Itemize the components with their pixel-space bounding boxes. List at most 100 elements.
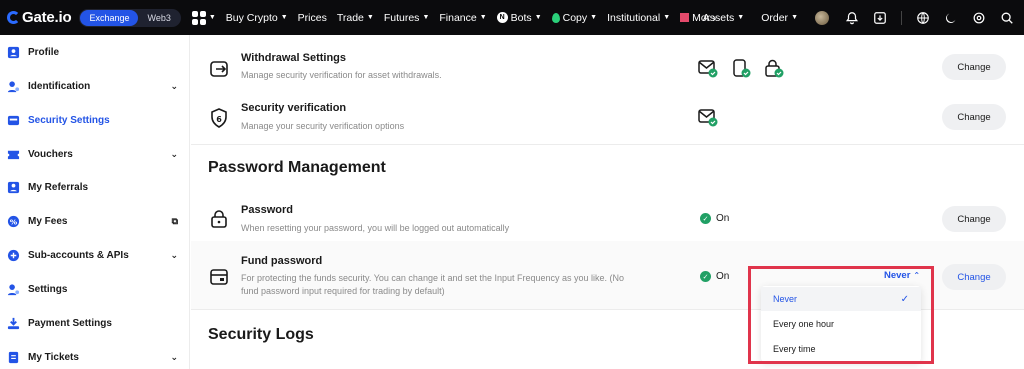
sidebar-item-vouchers[interactable]: Vouchers ⌄ [0, 144, 190, 164]
chevron-down-icon: ⌄ [170, 249, 178, 260]
lock-icon [208, 208, 230, 230]
svg-text:6: 6 [216, 115, 222, 124]
nav-institutional[interactable]: Institutional ▼ [607, 12, 670, 24]
svg-text:%: % [10, 217, 18, 226]
chevron-down-icon: ▼ [590, 14, 598, 21]
bots-icon: N [496, 12, 508, 23]
more-icon [680, 13, 690, 22]
lock-verified-icon [764, 59, 785, 79]
withdrawal-settings-row: Withdrawal Settings Manage security veri… [191, 35, 1024, 93]
security-logs-title: Security Logs [208, 326, 314, 343]
withdrawal-desc: Manage security verification for asset w… [241, 70, 442, 80]
security-verification-title: Security verification [241, 102, 347, 114]
input-frequency-select[interactable]: Never ⌃ [884, 270, 920, 281]
nav-buy-crypto[interactable]: Buy Crypto ▼ [226, 12, 288, 24]
apps-grid-icon[interactable] [191, 10, 206, 25]
nav-futures[interactable]: Futures ▼ [384, 12, 430, 24]
external-link-icon: ⧉ [171, 215, 178, 226]
option-every-one-hour[interactable]: Every one hour [761, 312, 921, 336]
bell-icon[interactable] [845, 11, 859, 25]
copy-icon [551, 12, 560, 23]
security-verification-row: 6 Security verification Manage your secu… [191, 93, 1024, 143]
logo[interactable]: Gate.io [7, 9, 72, 26]
sidebar-item-my-tickets[interactable]: My Tickets ⌄ [0, 347, 190, 367]
chevron-down-icon: ⌄ [170, 351, 178, 362]
sidebar-item-settings[interactable]: Settings [0, 279, 190, 299]
nav-bots[interactable]: N Bots ▼ [496, 12, 542, 24]
chevron-down-icon: ▼ [663, 14, 671, 21]
email-verified-icon [698, 59, 719, 79]
password-row: Password When resetting your password, y… [191, 193, 1024, 241]
segment-exchange[interactable]: Exchange [80, 9, 139, 26]
chevron-down-icon: ⌄ [170, 148, 178, 159]
fee-icon: % [7, 215, 20, 228]
email-verified-icon [698, 108, 719, 128]
globe-icon[interactable] [916, 11, 930, 25]
password-change-button[interactable]: Change [942, 206, 1006, 232]
sidebar: Profile Identification ⌄ Security Settin… [0, 35, 190, 369]
logo-text: Gate.io [22, 9, 72, 26]
option-never[interactable]: Never ✓ [761, 287, 921, 311]
download-icon[interactable] [873, 11, 887, 25]
fund-password-change-button[interactable]: Change [942, 264, 1006, 290]
password-status: ✓ On [700, 213, 729, 224]
check-circle-icon: ✓ [700, 213, 711, 224]
nav-order[interactable]: Order ▼ [761, 12, 798, 24]
verification-icons [698, 108, 719, 128]
sidebar-item-my-fees[interactable]: % My Fees ⧉ [0, 211, 190, 231]
chevron-down-icon: ▼ [280, 14, 288, 21]
nav-trade[interactable]: Trade ▼ [337, 12, 374, 24]
chevron-down-icon: ▼ [479, 14, 487, 21]
divider [901, 10, 902, 25]
moon-icon[interactable] [944, 11, 958, 25]
phone-verified-icon [731, 59, 752, 79]
chevron-down-icon: ▼ [534, 14, 542, 21]
option-every-time[interactable]: Every time [761, 337, 921, 361]
sidebar-item-identification[interactable]: Identification ⌄ [0, 76, 190, 96]
sidebar-item-profile[interactable]: Profile [0, 42, 190, 62]
chevron-down-icon: ▼ [422, 14, 430, 21]
chevron-down-icon: ⌄ [170, 80, 178, 91]
sidebar-item-payment-settings[interactable]: Payment Settings [0, 313, 190, 333]
chevron-down-icon: ▼ [791, 14, 798, 21]
nav-assets[interactable]: Assets ▼ [703, 12, 744, 24]
fund-password-status: ✓ On [700, 271, 729, 282]
main-nav: Buy Crypto ▼ Prices Trade ▼ Futures ▼ Finan… [226, 11, 726, 25]
ticket-icon [7, 351, 20, 364]
sidebar-item-sub-accounts-apis[interactable]: Sub-accounts & APIs ⌄ [0, 245, 190, 265]
security-verification-change-button[interactable]: Change [942, 104, 1006, 130]
sidebar-item-security-settings[interactable]: Security Settings [0, 110, 190, 130]
voucher-icon [7, 148, 20, 161]
fund-password-desc-2: fund password input required for trading… [241, 286, 445, 296]
security-verification-desc: Manage your security verification option… [241, 121, 405, 131]
checkmark-icon: ✓ [900, 293, 909, 305]
payment-icon [7, 317, 20, 330]
logo-mark-icon [7, 11, 20, 24]
chevron-up-icon: ⌃ [913, 271, 921, 280]
nav-finance[interactable]: Finance ▼ [439, 12, 486, 24]
fund-card-icon [208, 266, 230, 288]
search-icon[interactable] [1000, 11, 1014, 25]
mode-switch: Exchange Web3 [79, 8, 181, 27]
chevron-down-icon: ▼ [737, 14, 745, 21]
password-management-title: Password Management [208, 159, 386, 176]
sidebar-item-my-referrals[interactable]: My Referrals [0, 177, 190, 197]
id-icon [7, 80, 20, 93]
withdrawal-change-button[interactable]: Change [942, 54, 1006, 80]
password-title: Password [241, 204, 293, 216]
segment-web3[interactable]: Web3 [138, 10, 179, 26]
top-bar: Gate.io Exchange Web3 ▼ Buy Crypto ▼ Pric… [0, 0, 1024, 35]
withdrawal-icon [208, 58, 230, 80]
settings-icon [7, 283, 20, 296]
divider [191, 144, 1024, 145]
referral-icon [7, 181, 20, 194]
header-right: Assets ▼ Order ▼ [703, 0, 1014, 35]
nav-prices[interactable]: Prices [298, 12, 327, 24]
check-circle-icon: ✓ [700, 271, 711, 282]
profile-icon [7, 46, 20, 59]
avatar[interactable] [815, 10, 829, 25]
shield-icon [7, 114, 20, 127]
chevron-down-icon: ▼ [366, 14, 374, 21]
nav-copy[interactable]: Copy ▼ [551, 12, 598, 24]
settings-icon[interactable] [972, 11, 986, 25]
